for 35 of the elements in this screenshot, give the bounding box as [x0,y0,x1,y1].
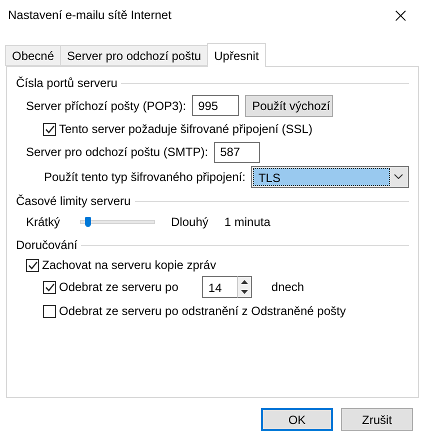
arrow-down-icon [241,290,248,294]
tab[interactable]: Obecné [5,45,62,66]
slider[interactable] [80,220,156,224]
dropdown[interactable]: TLS [251,166,409,188]
use-default-button[interactable]: Použít výchozí [245,94,334,117]
close-button[interactable]: × [388,4,413,25]
ok-button[interactable]: OK [261,408,333,431]
checkmark-icon [44,282,54,292]
checkbox[interactable]: Tento server požaduje šifrované připojení (SSL) [43,122,312,136]
slider-label: Dlouhý [171,215,208,230]
input-field[interactable]: 587 [214,142,260,163]
field-label: Server příchozí pošty (POP3): [26,98,186,113]
group-heading: Časové limity serveru [16,194,131,208]
input-field[interactable]: 995 [192,95,240,116]
checkbox[interactable]: Zachovat na serveru kopie zpráv [26,258,216,272]
arrow-up-icon [241,280,248,284]
tab[interactable]: Upřesnit [207,43,266,68]
tab[interactable]: Server pro odchozí poštu [60,45,208,66]
cancel-button[interactable]: Zrušit [341,408,413,431]
group-heading: Čísla portů serveru [16,76,118,90]
checkmark-icon [28,260,38,270]
slider-label: Krátký [26,215,60,230]
window-title: Nastavení e-mailu sítě Internet [8,8,172,22]
unit-label: dnech [271,280,304,294]
checkbox[interactable]: Odebrat ze serveru po [43,280,178,294]
number-field[interactable]: 14 [202,276,238,298]
field-label: Server pro odchozí poštu (SMTP): [26,145,208,160]
checkmark-icon [44,124,54,134]
checkbox[interactable]: Odebrat ze serveru po odstranění z Odstraněné pošty [43,304,346,318]
timeout-value: 1 minuta [224,215,270,230]
chevron-down-icon [394,174,403,180]
group-heading: Doručování [16,238,78,252]
spinner-buttons[interactable] [237,276,252,298]
slider-thumb[interactable] [85,217,92,228]
field-label: Použít tento typ šifrovaného připojení: [44,170,246,184]
